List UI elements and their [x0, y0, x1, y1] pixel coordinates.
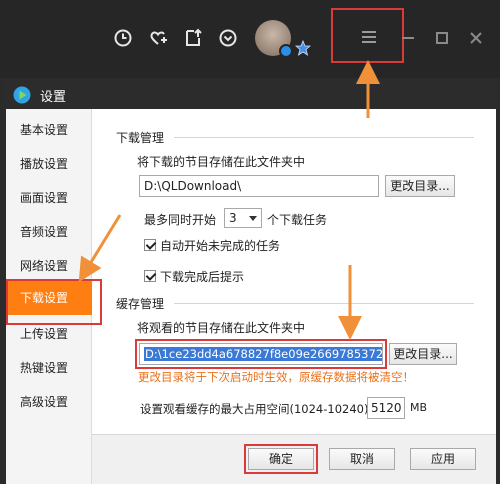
- arrow-to-download-settings-icon: [78, 214, 122, 283]
- instruction-arrows: [78, 60, 380, 340]
